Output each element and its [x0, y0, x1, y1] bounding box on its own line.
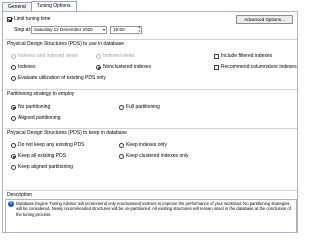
time-spinner-icon[interactable]: ▴ ▾ — [138, 25, 140, 33]
radio-indexes[interactable]: Indexes — [11, 64, 36, 70]
keep-indexes-only-label: Keep indexes only — [126, 142, 167, 148]
aligned-partitioning-label: Aligned partitioning — [18, 115, 61, 121]
stop-at-date-value: Saturday 12 December 2020 — [34, 27, 93, 32]
radio-keep-indexes-only[interactable]: Keep indexes only — [119, 142, 167, 148]
radio-keep-aligned-partitioning[interactable]: Keep aligned partitioning — [11, 164, 73, 170]
radio-aligned-partitioning[interactable]: Aligned partitioning — [11, 115, 61, 121]
no-partitioning-label: No partitioning — [18, 104, 51, 110]
checkbox-recommend-columnstore[interactable]: Recommend columnstore indexes — [214, 64, 297, 70]
description-text: Database Engine Tuning Advisor will reco… — [16, 201, 291, 217]
pds-keep-header: Physical Design Structures (PDS) to keep… — [7, 130, 127, 136]
checkbox-include-filtered-indexes[interactable]: Include filtered indexes — [214, 53, 272, 59]
stop-at-label: Stop at: — [14, 27, 32, 33]
keep-all-label: Keep all existing PDS — [18, 153, 67, 159]
radio-evaluate-existing-pds[interactable]: Evaluate utilization of existing PDS onl… — [11, 75, 106, 81]
tab-tuning-options[interactable]: Tuning Options — [30, 1, 77, 11]
radio-no-partitioning[interactable]: No partitioning — [11, 104, 50, 110]
divider — [5, 89, 297, 90]
radio-nonclustered-indexes[interactable]: Nonclustered indexes — [96, 64, 151, 70]
limit-tuning-time-label: Limit tuning time — [14, 16, 51, 22]
info-icon: i — [8, 201, 14, 207]
stop-at-time-picker[interactable]: 19:50 ▴ ▾ — [110, 25, 142, 34]
stop-at-time-value: 19:50 — [113, 27, 125, 32]
radio-indexes-and-views[interactable]: Indexes and indexed views — [11, 53, 78, 59]
radio-indexed-views[interactable]: Indexed views — [96, 53, 135, 59]
radio-keep-clustered-only[interactable]: Keep clustered indexes only — [119, 153, 189, 159]
nonclustered-label: Nonclustered indexes — [103, 64, 152, 70]
partitioning-header: Partitioning strategy to employ — [7, 91, 75, 97]
pds-use-header: Physical Design Structures (PDS) to use … — [7, 41, 124, 47]
divider — [5, 190, 297, 191]
advanced-options-button[interactable]: Advanced Options... — [236, 15, 293, 24]
indexed-views-label: Indexed views — [103, 53, 135, 59]
description-header: Description — [7, 192, 33, 198]
description-box: i Database Engine Tuning Advisor will re… — [5, 199, 297, 233]
keep-clustered-label: Keep clustered indexes only — [126, 153, 189, 159]
divider — [5, 128, 297, 129]
full-partitioning-label: Full partitioning — [126, 104, 160, 110]
divider — [5, 39, 297, 40]
include-filtered-label: Include filtered indexes — [221, 53, 273, 59]
evaluate-existing-label: Evaluate utilization of existing PDS onl… — [18, 75, 106, 81]
radio-keep-all-existing[interactable]: Keep all existing PDS — [11, 153, 66, 159]
tuning-options-panel: Limit tuning time Stop at: Saturday 12 D… — [2, 11, 298, 233]
calendar-dropdown-icon[interactable]: ▾ — [103, 27, 105, 33]
tab-general[interactable]: General — [2, 2, 32, 11]
radio-full-partitioning[interactable]: Full partitioning — [119, 104, 160, 110]
do-not-keep-label: Do not keep any existing PDS — [18, 142, 85, 148]
indexes-and-views-label: Indexes and indexed views — [18, 53, 79, 59]
stop-at-date-picker[interactable]: Saturday 12 December 2020 ▾ — [31, 26, 107, 34]
limit-tuning-time-checkbox[interactable] — [7, 16, 12, 22]
limit-tuning-time-row[interactable]: Limit tuning time — [7, 16, 50, 22]
radio-do-not-keep[interactable]: Do not keep any existing PDS — [11, 142, 84, 148]
keep-aligned-label: Keep aligned partitioning — [18, 164, 74, 170]
indexes-label: Indexes — [18, 64, 36, 70]
recommend-columnstore-label: Recommend columnstore indexes — [221, 64, 297, 70]
